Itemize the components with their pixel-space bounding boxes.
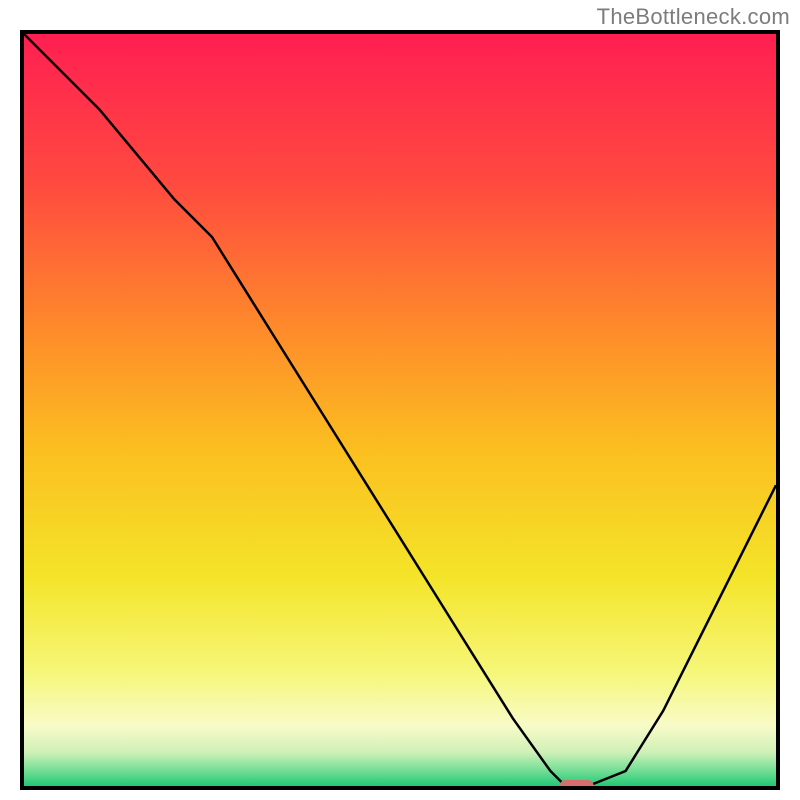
gradient-background (24, 34, 776, 786)
bottleneck-chart (20, 30, 780, 790)
plot-area (20, 30, 780, 790)
watermark-label: TheBottleneck.com (597, 4, 790, 30)
chart-frame: TheBottleneck.com (0, 0, 800, 800)
